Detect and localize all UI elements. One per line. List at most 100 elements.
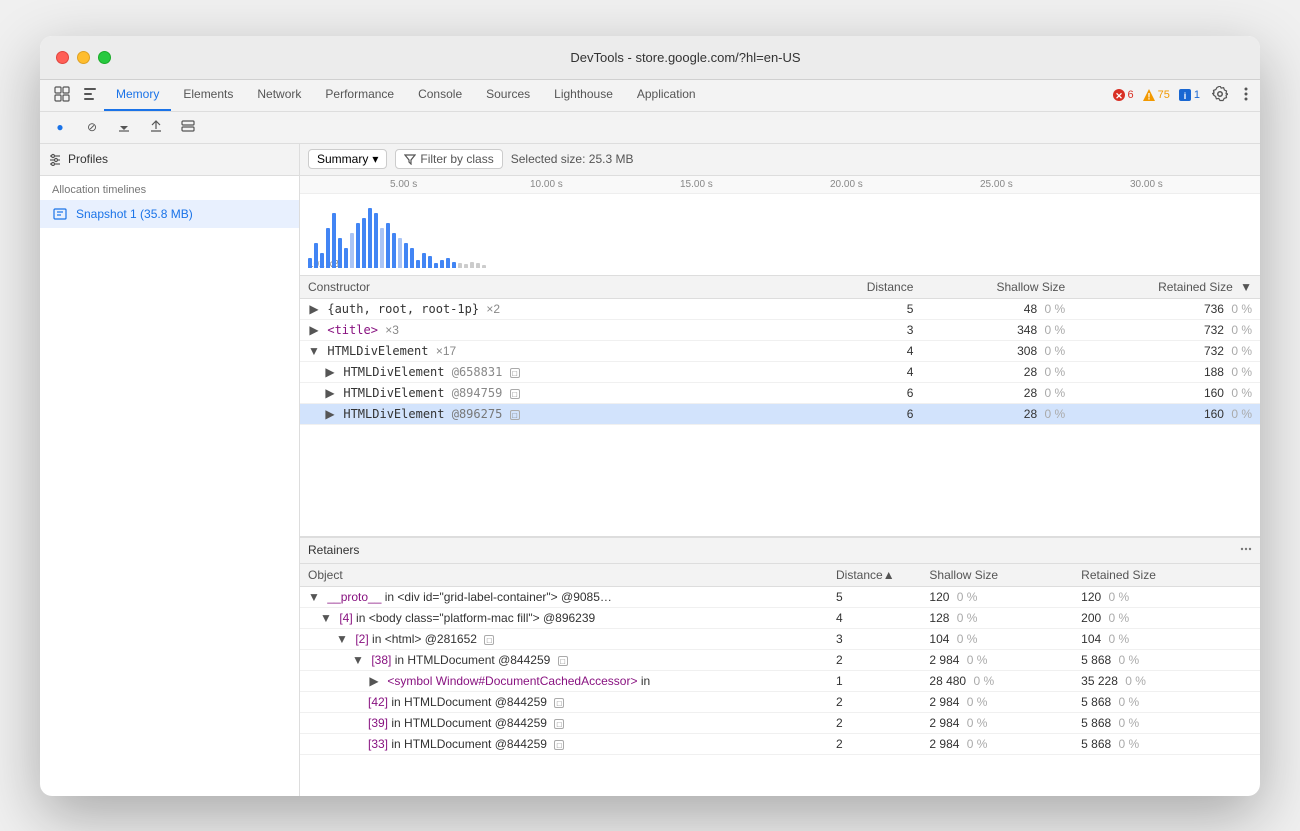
svg-text:✕: ✕ [1115, 91, 1123, 101]
tab-lighthouse[interactable]: Lighthouse [542, 80, 625, 111]
link-icon[interactable]: □ [484, 635, 494, 645]
chevron-down-icon: ▾ [372, 152, 378, 166]
ret-distance: 4 [828, 607, 921, 628]
table-row[interactable]: ▶ {auth, root, root-1p} ×2 5 48 0 % 736 … [300, 298, 1260, 319]
ruler-25s: 25.00 s [980, 179, 1013, 190]
link-icon[interactable]: □ [510, 410, 520, 420]
list-item[interactable]: ▶ <symbol Window#DocumentCachedAccessor>… [300, 670, 1260, 691]
tab-memory[interactable]: Memory [104, 80, 171, 111]
retainers-menu-icon[interactable] [1240, 543, 1252, 558]
tab-inspector[interactable] [76, 80, 104, 111]
table-row[interactable]: ▼ HTMLDivElement ×17 4 308 0 % 732 0 % [300, 340, 1260, 361]
timeline-ruler: 5.00 s 10.00 s 15.00 s 20.00 s 25.00 s 3… [300, 176, 1260, 194]
row-tag: ×3 [385, 323, 399, 337]
ret-retained: 120 0 % [1073, 586, 1260, 607]
col-shallow[interactable]: Shallow Size [921, 276, 1073, 299]
tab-right-section: ✕ 6 ! 75 i 1 [1112, 80, 1253, 111]
expand-icon[interactable]: ▼ [308, 591, 320, 603]
expand-icon[interactable]: ▶ [308, 303, 320, 315]
bar [380, 228, 384, 268]
ret-distance: 2 [828, 649, 921, 670]
link-icon[interactable]: □ [510, 368, 520, 378]
tab-application[interactable]: Application [625, 80, 708, 111]
list-item[interactable]: ▼ [2] in <html> @281652 □ 3 104 0 % 104 … [300, 628, 1260, 649]
col-constructor[interactable]: Constructor [300, 276, 828, 299]
tab-console[interactable]: Console [406, 80, 474, 111]
expand-icon[interactable]: ▼ [320, 612, 332, 624]
bar [362, 218, 366, 268]
col-shallow-size[interactable]: Shallow Size [921, 564, 1073, 587]
bar [398, 238, 402, 268]
col-distance[interactable]: Distance [828, 276, 921, 299]
link-icon[interactable]: □ [554, 740, 564, 750]
maximize-button[interactable] [98, 51, 111, 64]
right-panel: Summary ▾ Filter by class Selected size:… [300, 144, 1260, 796]
ret-retained: 35 228 0 % [1073, 670, 1260, 691]
ret-shallow: 104 0 % [921, 628, 1073, 649]
main-layout: Profiles Allocation timelines Snapshot 1… [40, 144, 1260, 796]
more-tools-button[interactable] [1240, 86, 1252, 104]
retainer-object: [33] in HTMLDocument @844259 □ [300, 733, 828, 754]
table-row[interactable]: ▶ HTMLDivElement @894759 □ 6 28 0 % 160 … [300, 382, 1260, 403]
col-retained-size[interactable]: Retained Size [1073, 564, 1260, 587]
bar [368, 208, 372, 268]
tab-elements[interactable]: Elements [171, 80, 245, 111]
col-object[interactable]: Object [300, 564, 828, 587]
heap-button[interactable] [176, 115, 200, 139]
table-row[interactable]: ▶ <title> ×3 3 348 0 % 732 0 % [300, 319, 1260, 340]
expand-icon[interactable]: ▼ [336, 633, 348, 645]
retainers-table: Object Distance▲ Shallow Size Retained S… [300, 564, 1260, 755]
list-item[interactable]: ▼ [38] in HTMLDocument @844259 □ 2 2 984… [300, 649, 1260, 670]
save-button[interactable] [144, 115, 168, 139]
retainers-header: Retainers [300, 538, 1260, 564]
retainer-object: ▼ __proto__ in <div id="grid-label-conta… [300, 586, 828, 607]
record-button[interactable]: ● [48, 115, 72, 139]
list-item[interactable]: [42] in HTMLDocument @844259 □ 2 2 984 0… [300, 691, 1260, 712]
filter-button[interactable]: Filter by class [395, 149, 502, 169]
row-distance: 4 [828, 361, 921, 382]
retainer-object: ▶ <symbol Window#DocumentCachedAccessor>… [300, 670, 828, 691]
list-item[interactable]: [39] in HTMLDocument @844259 □ 2 2 984 0… [300, 712, 1260, 733]
warning-badge[interactable]: ! 75 [1142, 88, 1170, 102]
expand-icon[interactable]: ▼ [308, 345, 320, 357]
table-row[interactable]: ▶ HTMLDivElement @658831 □ 4 28 0 % 188 … [300, 361, 1260, 382]
expand-icon[interactable]: ▶ [324, 408, 336, 420]
close-button[interactable] [56, 51, 69, 64]
tab-cursor[interactable] [48, 80, 76, 111]
tab-performance[interactable]: Performance [313, 80, 406, 111]
retainer-object: [39] in HTMLDocument @844259 □ [300, 712, 828, 733]
minimize-button[interactable] [77, 51, 90, 64]
col-distance-asc[interactable]: Distance▲ [828, 564, 921, 587]
tab-network[interactable]: Network [245, 80, 313, 111]
summary-dropdown[interactable]: Summary ▾ [308, 149, 387, 169]
expand-icon[interactable]: ▶ [324, 366, 336, 378]
filter-icon [404, 153, 416, 165]
bar [434, 263, 438, 268]
link-icon[interactable]: □ [510, 389, 520, 399]
bar [446, 258, 450, 268]
ret-retained: 5 868 0 % [1073, 712, 1260, 733]
list-item[interactable]: ▼ __proto__ in <div id="grid-label-conta… [300, 586, 1260, 607]
row-shallow: 48 0 % [921, 298, 1073, 319]
load-button[interactable] [112, 115, 136, 139]
clear-button[interactable]: ⊘ [80, 115, 104, 139]
expand-icon[interactable]: ▶ [368, 675, 380, 687]
error-badge[interactable]: ✕ 6 [1112, 88, 1134, 102]
link-icon[interactable]: □ [554, 698, 564, 708]
settings-button[interactable] [1208, 86, 1232, 104]
expand-icon[interactable]: ▶ [324, 387, 336, 399]
expand-icon[interactable]: ▼ [352, 654, 364, 666]
heap-table: Constructor Distance Shallow Size Retain… [300, 276, 1260, 425]
tab-sources[interactable]: Sources [474, 80, 542, 111]
timeline-area[interactable]: 5.00 s 10.00 s 15.00 s 20.00 s 25.00 s 3… [300, 176, 1260, 276]
col-retained[interactable]: Retained Size ▼ [1073, 276, 1260, 299]
expand-icon[interactable]: ▶ [308, 324, 320, 336]
list-item[interactable]: [33] in HTMLDocument @844259 □ 2 2 984 0… [300, 733, 1260, 754]
list-item[interactable]: ▼ [4] in <body class="platform-mac fill"… [300, 607, 1260, 628]
row-constructor: ▶ HTMLDivElement @658831 □ [300, 361, 828, 382]
link-icon[interactable]: □ [554, 719, 564, 729]
link-icon[interactable]: □ [558, 656, 568, 666]
table-row-selected[interactable]: ▶ HTMLDivElement @896275 □ 6 28 0 % 160 … [300, 403, 1260, 424]
info-badge[interactable]: i 1 [1178, 88, 1200, 102]
snapshot-item[interactable]: Snapshot 1 (35.8 MB) [40, 200, 299, 228]
